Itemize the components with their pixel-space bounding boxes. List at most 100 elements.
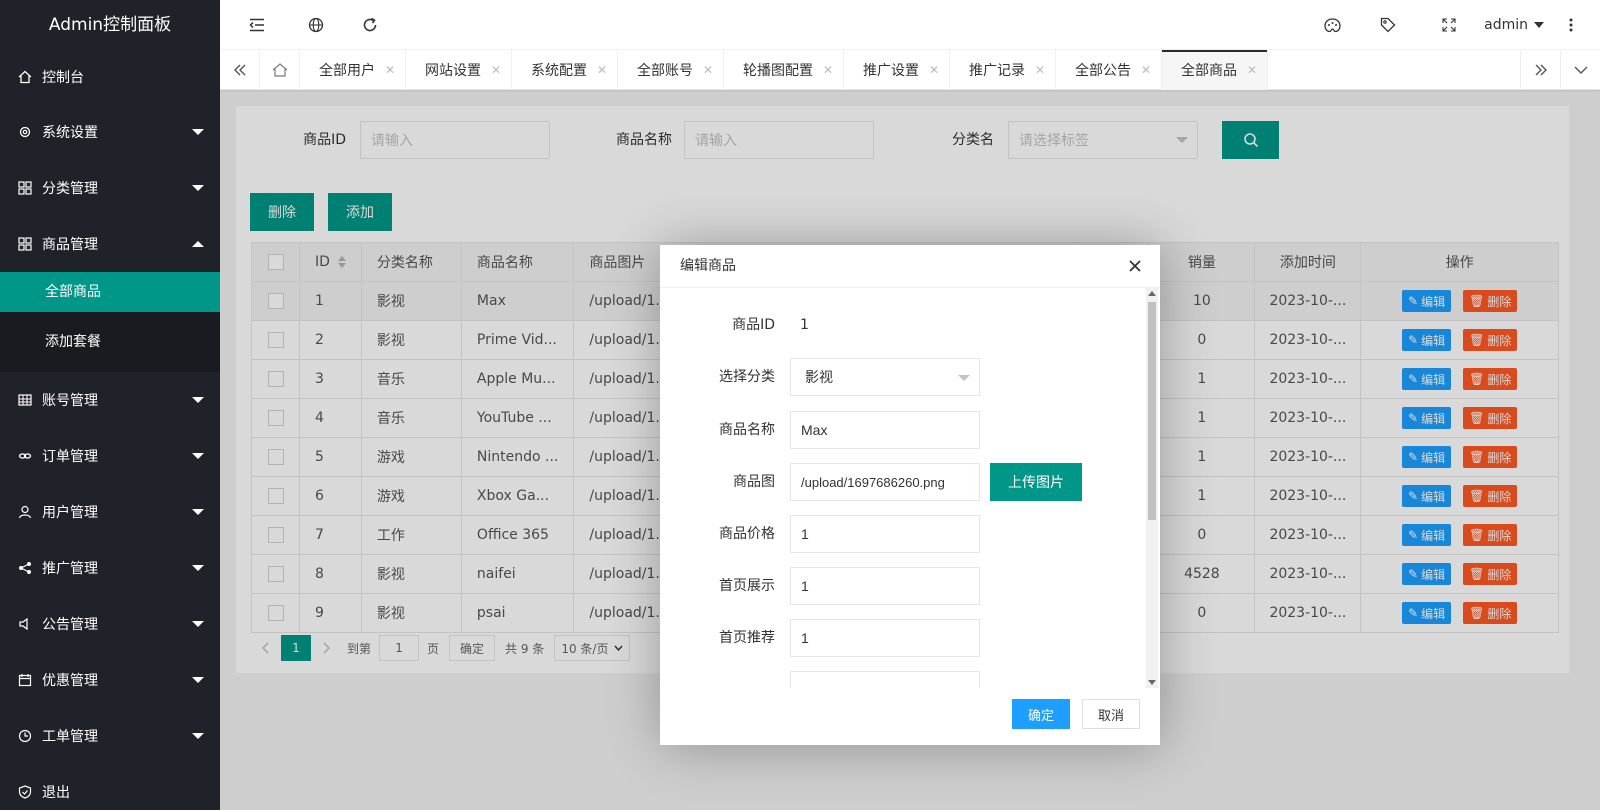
sidebar-item-promotion-management[interactable]: 推广管理 (0, 540, 220, 596)
close-icon[interactable]: ✕ (823, 63, 833, 77)
close-icon[interactable] (1124, 255, 1146, 277)
tab-carousel-config[interactable]: 轮播图配置 ✕ (724, 50, 844, 90)
sidebar-item-label: 工单管理 (42, 729, 98, 745)
sidebar-item-label: 控制台 (42, 70, 84, 86)
tab-all-accounts[interactable]: 全部账号 ✕ (618, 50, 724, 90)
tabs-menu-chevron-down-icon[interactable] (1560, 50, 1600, 90)
chevron-down-icon (192, 509, 204, 515)
sidebar-item-category-management[interactable]: 分类管理 (0, 160, 220, 216)
sidebar-item-ticket-management[interactable]: 工单管理 (0, 708, 220, 764)
sidebar-item-discount-management[interactable]: 优惠管理 (0, 652, 220, 708)
tabs-scroll-right-icon[interactable] (1520, 50, 1560, 90)
sidebar-item-account-management[interactable]: 账号管理 (0, 372, 220, 428)
tab-label: 全部用户 (319, 63, 375, 79)
tab-label: 推广设置 (863, 63, 919, 79)
tabs-bar: 全部用户 ✕ 网站设置 ✕ 系统配置 ✕ 全部账号 ✕ 轮播图配置 ✕ 推广设置 ✕ 推广记… (220, 50, 1600, 90)
tag-icon[interactable] (1373, 0, 1403, 50)
field-category-value: 影视 (805, 369, 833, 385)
sidebar-item-label: 账号管理 (42, 393, 98, 409)
field-home-recommend-label: 首页推荐 (719, 630, 775, 646)
field-next-input[interactable] (790, 671, 980, 688)
home-tab-icon[interactable] (260, 50, 300, 90)
tab-all-users[interactable]: 全部用户 ✕ (300, 50, 406, 90)
tab-site-settings[interactable]: 网站设置 ✕ (406, 50, 512, 90)
tabs-scroll-left-icon[interactable] (220, 50, 260, 90)
apps-icon (18, 237, 32, 251)
tab-system-config[interactable]: 系统配置 ✕ (512, 50, 618, 90)
sidebar-subitem-add-package[interactable]: 添加套餐 (0, 312, 220, 372)
refresh-icon[interactable] (355, 0, 385, 50)
speaker-icon (18, 617, 32, 631)
close-icon[interactable]: ✕ (1247, 63, 1257, 77)
confirm-button[interactable]: 确定 (1011, 699, 1070, 729)
scroll-down-icon[interactable] (1148, 680, 1156, 685)
close-icon[interactable]: ✕ (1035, 63, 1045, 77)
chevron-down-icon (192, 621, 204, 627)
sidebar-item-label: 商品管理 (42, 237, 98, 253)
chevron-down-icon (192, 185, 204, 191)
shield-icon (18, 785, 32, 799)
tab-label: 系统配置 (531, 63, 587, 79)
field-home-show-input[interactable] (790, 567, 980, 605)
chevron-down-icon (192, 733, 204, 739)
field-category-select[interactable]: 影视 (790, 358, 980, 396)
cancel-button[interactable]: 取消 (1081, 699, 1140, 729)
field-category-label: 选择分类 (719, 369, 775, 385)
theme-icon[interactable] (1317, 0, 1347, 50)
sidebar-item-label: 分类管理 (42, 181, 98, 197)
tab-all-products[interactable]: 全部商品 ✕ (1162, 50, 1268, 90)
tab-label: 全部公告 (1075, 63, 1131, 79)
sidebar-item-label: 退出 (42, 785, 70, 801)
tab-label: 网站设置 (425, 63, 481, 79)
product-submenu: 全部商品 添加套餐 (0, 272, 220, 372)
scroll-thumb[interactable] (1148, 302, 1156, 520)
menu-fold-icon[interactable] (242, 0, 272, 50)
field-price-input[interactable] (790, 515, 980, 553)
sidebar-subitem-all-products[interactable]: 全部商品 (0, 272, 220, 312)
field-home-recommend-input[interactable] (790, 619, 980, 657)
chevron-down-icon (192, 129, 204, 135)
field-name-input[interactable] (790, 411, 980, 449)
sidebar: Admin控制面板 控制台 系统设置 分类管理 商品管理 全部商品 添加套餐 账… (0, 0, 220, 810)
sidebar-item-label: 系统设置 (42, 125, 98, 141)
chevron-down-icon (192, 565, 204, 571)
close-icon[interactable]: ✕ (1141, 63, 1151, 77)
sidebar-item-system-settings[interactable]: 系统设置 (0, 104, 220, 160)
field-image-input[interactable] (790, 463, 980, 501)
chevron-down-icon (192, 677, 204, 683)
close-icon[interactable]: ✕ (597, 63, 607, 77)
sidebar-item-label: 公告管理 (42, 617, 98, 633)
user-menu[interactable]: admin (1484, 0, 1544, 50)
clock-icon (18, 729, 32, 743)
upload-image-button[interactable]: 上传图片 (990, 463, 1082, 501)
field-id-value: 1 (800, 317, 809, 333)
link-icon (18, 449, 32, 463)
sidebar-item-product-management[interactable]: 商品管理 (0, 216, 220, 272)
more-icon[interactable] (1556, 0, 1586, 50)
close-icon[interactable]: ✕ (385, 63, 395, 77)
tab-label: 全部账号 (637, 63, 693, 79)
field-id-label: 商品ID (732, 317, 775, 333)
scroll-up-icon[interactable] (1148, 291, 1156, 296)
field-name-label: 商品名称 (719, 422, 775, 438)
fullscreen-icon[interactable] (1434, 0, 1464, 50)
sidebar-item-label: 订单管理 (42, 449, 98, 465)
field-price-label: 商品价格 (719, 526, 775, 542)
tab-all-announcements[interactable]: 全部公告 ✕ (1056, 50, 1162, 90)
top-header: admin (220, 0, 1600, 50)
sidebar-item-logout[interactable]: 退出 (0, 764, 220, 810)
sidebar-item-order-management[interactable]: 订单管理 (0, 428, 220, 484)
chevron-down-icon (192, 453, 204, 459)
tab-promotion-settings[interactable]: 推广设置 ✕ (844, 50, 950, 90)
tab-promotion-records[interactable]: 推广记录 ✕ (950, 50, 1056, 90)
sidebar-item-dashboard[interactable]: 控制台 (0, 50, 220, 104)
dialog-scrollbar[interactable] (1146, 288, 1158, 688)
dialog-footer: 确定 取消 (660, 688, 1160, 745)
globe-icon[interactable] (301, 0, 331, 50)
sidebar-item-user-management[interactable]: 用户管理 (0, 484, 220, 540)
sidebar-item-announcement-management[interactable]: 公告管理 (0, 596, 220, 652)
close-icon[interactable]: ✕ (703, 63, 713, 77)
close-icon[interactable]: ✕ (929, 63, 939, 77)
app-logo-title: Admin控制面板 (48, 15, 172, 35)
close-icon[interactable]: ✕ (491, 63, 501, 77)
